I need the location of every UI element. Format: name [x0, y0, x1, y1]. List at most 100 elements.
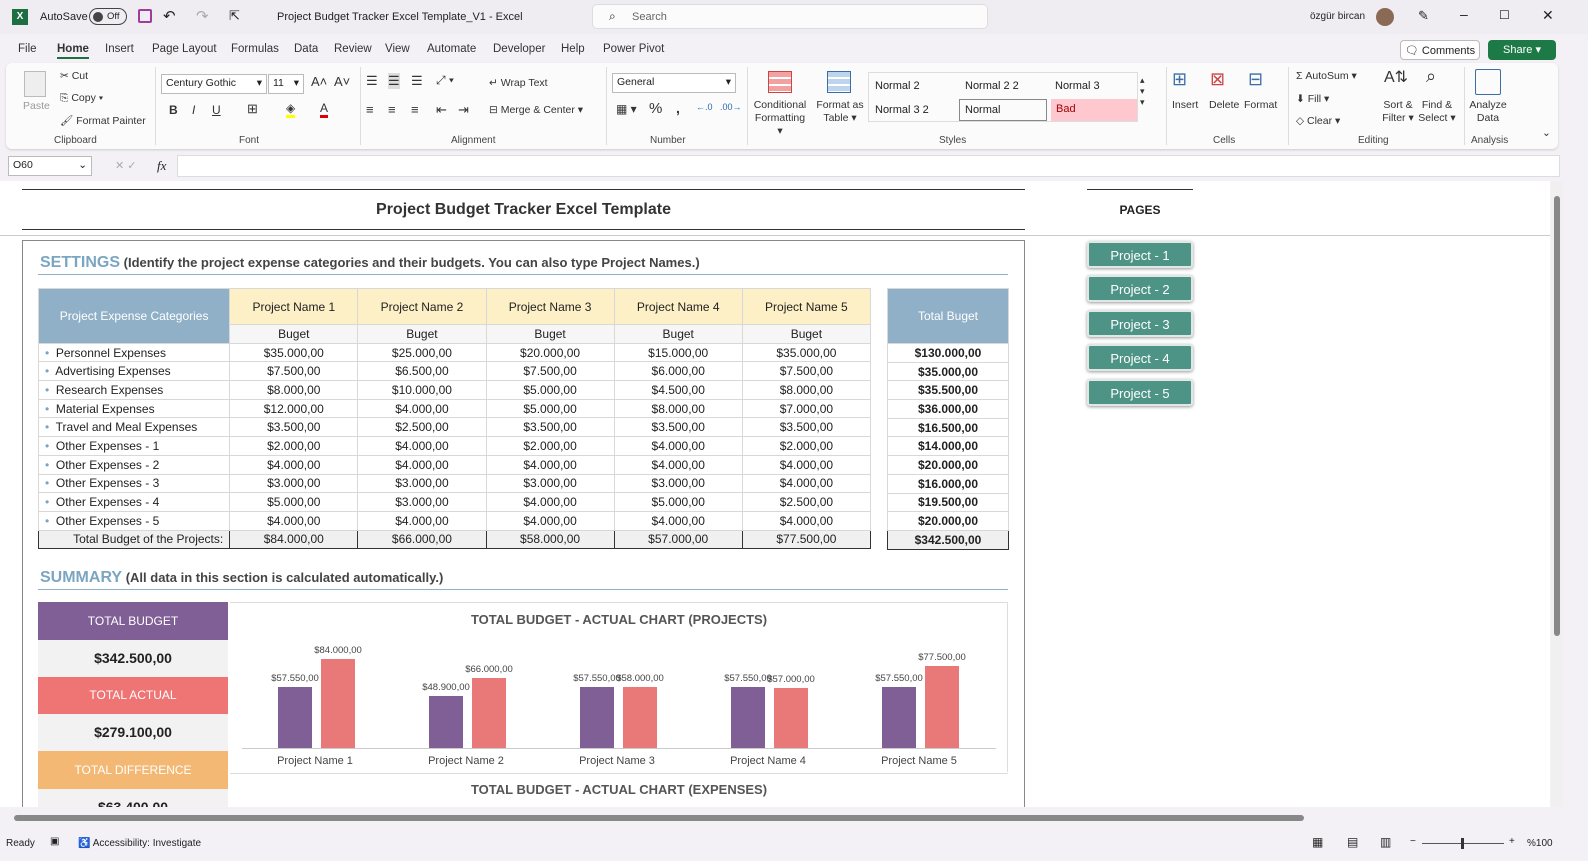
normal-view-icon[interactable]: ▦	[1312, 835, 1323, 849]
budget-cell[interactable]: $3.000,00	[229, 473, 359, 494]
budget-cell[interactable]: $15.000,00	[613, 342, 743, 363]
tab-formulas[interactable]: Formulas	[231, 43, 279, 55]
category-cell[interactable]: • Other Expenses - 1	[37, 436, 231, 456]
page-button-project-5[interactable]: Project - 5	[1087, 379, 1193, 406]
budget-cell[interactable]: $4.000,00	[357, 436, 487, 456]
budget-cell[interactable]: $6.000,00	[613, 361, 743, 382]
page-button-project-4[interactable]: Project - 4	[1087, 344, 1193, 371]
budget-cell[interactable]: $4.000,00	[357, 398, 487, 419]
macro-icon[interactable]: ▣	[50, 836, 59, 847]
undo-icon[interactable]: ↶	[163, 7, 176, 25]
sort-filter-button[interactable]: Sort & Filter ▾	[1378, 99, 1418, 125]
font-name-select[interactable]: Century Gothic ▾	[161, 74, 267, 94]
budget-cell[interactable]: $2.500,00	[357, 417, 487, 438]
budget-bar[interactable]	[429, 696, 463, 748]
page-break-view-icon[interactable]: ▥	[1380, 835, 1391, 849]
user-name[interactable]: özgür bircan	[1310, 11, 1365, 22]
category-cell[interactable]: • Material Expenses	[37, 398, 231, 419]
underline-button[interactable]: U	[212, 103, 221, 117]
conditional-formatting-button[interactable]: Conditional Formatting ▾	[752, 99, 808, 138]
budget-cell[interactable]: $3.500,00	[485, 417, 615, 438]
budget-cell[interactable]: $2.000,00	[741, 436, 872, 456]
budget-cell[interactable]: $3.000,00	[485, 473, 615, 494]
align-bottom-icon[interactable]: ☰	[411, 73, 423, 89]
page-button-project-2[interactable]: Project - 2	[1087, 275, 1193, 302]
borders-icon[interactable]: ⊞	[247, 101, 258, 117]
budget-cell[interactable]: $4.000,00	[229, 510, 359, 531]
maximize-icon[interactable]: ☐	[1499, 8, 1510, 22]
decrease-decimal-icon[interactable]: .00→	[720, 102, 742, 112]
category-cell[interactable]: • Personnel Expenses	[37, 342, 231, 363]
budget-cell[interactable]: $2.000,00	[229, 436, 359, 456]
budget-bar[interactable]	[882, 687, 916, 748]
paste-button[interactable]: Paste	[23, 100, 50, 112]
budget-cell[interactable]: $4.000,00	[613, 436, 743, 456]
budget-cell[interactable]: $20.000,00	[485, 342, 615, 363]
budget-cell[interactable]: $10.000,00	[357, 380, 487, 400]
analyze-data-button[interactable]: Analyze Data	[1468, 99, 1508, 125]
budget-cell[interactable]: $6.500,00	[357, 361, 487, 382]
budget-cell[interactable]: $2.000,00	[485, 436, 615, 456]
align-middle-icon[interactable]: ☰	[388, 73, 400, 89]
budget-cell[interactable]: $5.000,00	[613, 492, 743, 512]
tab-home[interactable]: Home	[57, 43, 89, 59]
close-icon[interactable]: ✕	[1542, 7, 1554, 24]
autosave-toggle[interactable]: Off	[89, 8, 127, 25]
tab-automate[interactable]: Automate	[427, 43, 476, 55]
vertical-scroll-thumb[interactable]	[1554, 196, 1560, 636]
cut-button[interactable]: ✂ Cut	[60, 70, 88, 82]
paste-icon[interactable]	[24, 71, 46, 97]
styles-scroll-icon[interactable]: ▴ ▾ ▾	[1140, 75, 1145, 108]
category-cell[interactable]: • Other Expenses - 2	[37, 454, 231, 475]
format-cells-button[interactable]: Format	[1244, 99, 1277, 111]
category-cell[interactable]: • Advertising Expenses	[37, 361, 231, 382]
horizontal-scrollbar[interactable]	[0, 809, 1550, 827]
budget-cell[interactable]: $4.000,00	[357, 454, 487, 475]
tab-developer[interactable]: Developer	[493, 43, 545, 55]
budget-cell[interactable]: $8.000,00	[613, 398, 743, 419]
style-bad[interactable]: Bad	[1051, 99, 1137, 121]
tab-review[interactable]: Review	[334, 43, 372, 55]
comments-button[interactable]: 🗨 Comments	[1400, 40, 1480, 60]
merge-center-button[interactable]: ⊟ Merge & Center ▾	[489, 104, 583, 116]
budget-cell[interactable]: $4.000,00	[485, 510, 615, 531]
budget-cell[interactable]: $35.000,00	[741, 342, 872, 363]
wrap-text-button[interactable]: ↵ Wrap Text	[489, 77, 548, 89]
cancel-icon[interactable]: ✕ ✓	[115, 159, 137, 172]
tab-help[interactable]: Help	[561, 43, 585, 55]
indent-increase-icon[interactable]: ⇥	[458, 102, 469, 118]
avatar[interactable]	[1376, 8, 1394, 26]
share-button[interactable]: Share ▾	[1488, 40, 1556, 60]
comma-icon[interactable]: ,	[676, 100, 680, 116]
worksheet[interactable]: Project Budget Tracker Excel Template PA…	[0, 181, 1550, 807]
budget-cell[interactable]: $4.000,00	[485, 492, 615, 512]
pointer-icon[interactable]: ⇱	[229, 8, 240, 24]
autosum-button[interactable]: Σ AutoSum ▾	[1296, 70, 1357, 82]
redo-icon[interactable]: ↷	[196, 7, 209, 25]
tab-data[interactable]: Data	[294, 43, 318, 55]
cell-styles-gallery[interactable]: Normal 2 Normal 2 2 Normal 3 Normal 3 2 …	[868, 72, 1138, 122]
category-cell[interactable]: • Travel and Meal Expenses	[37, 417, 231, 438]
actual-bar[interactable]	[321, 659, 355, 748]
bold-button[interactable]: B	[169, 103, 178, 117]
tab-file[interactable]: File	[18, 43, 37, 55]
save-icon[interactable]	[138, 9, 152, 23]
name-box[interactable]: O60 ⌄	[8, 156, 92, 176]
projects-chart[interactable]: TOTAL BUDGET - ACTUAL CHART (PROJECTS) $…	[230, 602, 1008, 772]
zoom-in-icon[interactable]: +	[1509, 836, 1515, 847]
function-icon[interactable]: fx	[157, 158, 166, 174]
budget-cell[interactable]: $7.500,00	[485, 361, 615, 382]
clear-button[interactable]: ◇ Clear ▾	[1296, 115, 1340, 127]
pen-icon[interactable]: ✎	[1418, 8, 1429, 24]
horizontal-scroll-thumb[interactable]	[14, 815, 1304, 821]
italic-button[interactable]: I	[192, 103, 195, 117]
formula-input[interactable]	[177, 155, 1560, 177]
budget-cell[interactable]: $7.500,00	[229, 361, 359, 382]
actual-bar[interactable]	[925, 666, 959, 748]
increase-font-icon[interactable]: A˄	[311, 74, 327, 89]
accounting-icon[interactable]: ▦ ▾	[616, 102, 637, 116]
budget-cell[interactable]: $35.000,00	[229, 342, 359, 363]
budget-cell[interactable]: $2.500,00	[741, 492, 872, 512]
budget-bar[interactable]	[278, 687, 312, 748]
font-size-select[interactable]: 11 ▾	[268, 74, 304, 94]
